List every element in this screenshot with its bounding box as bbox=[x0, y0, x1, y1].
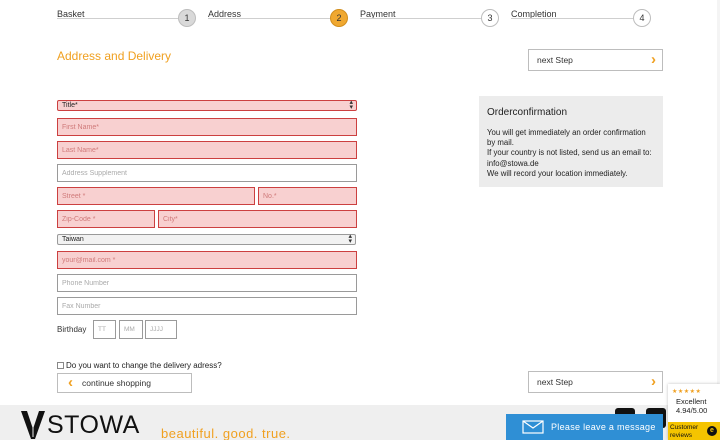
next-step-button-top[interactable]: next Step › bbox=[528, 49, 663, 71]
address-supplement-field[interactable] bbox=[57, 164, 357, 182]
checkout-steps: Basket 1 Address 2 Payment 3 Completion … bbox=[0, 0, 720, 30]
chevron-right-icon: › bbox=[651, 51, 656, 68]
house-number-field[interactable] bbox=[258, 187, 357, 205]
birthday-day-field[interactable] bbox=[93, 320, 116, 339]
step-line bbox=[57, 18, 179, 19]
continue-shopping-label: continue shopping bbox=[82, 378, 152, 388]
step-basket[interactable]: Basket 1 bbox=[57, 0, 197, 30]
step-completion: Completion 4 bbox=[511, 0, 656, 30]
rating-score: 4.94/5.00 bbox=[676, 406, 708, 415]
step-number: 1 bbox=[178, 9, 196, 27]
select-arrows-icon: ▴ ▾ bbox=[349, 99, 353, 111]
chevron-left-icon: ‹ bbox=[68, 374, 73, 391]
leave-message-label: Please leave a message bbox=[551, 422, 656, 432]
delivery-change-checkbox[interactable] bbox=[57, 362, 64, 370]
delivery-change-label: Do you want to change the delivery adres… bbox=[66, 361, 222, 370]
fax-field[interactable] bbox=[57, 297, 357, 315]
rating-stars-icon: ★★★★★ bbox=[672, 389, 702, 395]
step-number: 4 bbox=[633, 9, 651, 27]
order-confirmation-box: Orderconfirmation You will get immediate… bbox=[479, 96, 663, 187]
phone-field[interactable] bbox=[57, 274, 357, 292]
city-field[interactable] bbox=[158, 210, 357, 228]
next-step-button-bottom[interactable]: next Step › bbox=[528, 371, 663, 393]
trusted-badge-icon: e bbox=[707, 426, 717, 436]
last-name-field[interactable] bbox=[57, 141, 357, 159]
brand-name: STOWA bbox=[47, 411, 140, 439]
leave-message-widget[interactable]: Please leave a message bbox=[506, 414, 663, 440]
delivery-change-row[interactable]: Do you want to change the delivery adres… bbox=[57, 361, 222, 370]
chevron-right-icon: › bbox=[651, 373, 656, 390]
next-step-label: next Step bbox=[537, 55, 573, 65]
select-arrows-icon: ▴ ▾ bbox=[348, 233, 352, 245]
birthday-label: Birthday bbox=[57, 325, 87, 334]
country-select[interactable]: Taiwan ▴ ▾ bbox=[57, 233, 356, 245]
step-address: Address 2 bbox=[208, 0, 348, 30]
email-field[interactable] bbox=[57, 251, 357, 269]
step-number: 3 bbox=[481, 9, 499, 27]
envelope-icon bbox=[522, 420, 544, 434]
order-confirmation-line: If your country is not listed, send us a… bbox=[487, 148, 652, 158]
next-step-label: next Step bbox=[537, 377, 573, 387]
step-line bbox=[511, 18, 634, 19]
brand-tagline: beautiful. good. true. bbox=[161, 426, 291, 440]
title-select[interactable]: Title* ▴ ▾ bbox=[57, 99, 357, 111]
birthday-year-field[interactable] bbox=[145, 320, 177, 339]
birthday-month-field[interactable] bbox=[119, 320, 143, 339]
step-line bbox=[360, 18, 482, 19]
reviews-bar: Customer reviews e bbox=[668, 422, 720, 440]
order-confirmation-email: info@stowa.de bbox=[487, 158, 539, 168]
step-line bbox=[208, 18, 330, 19]
country-select-value: Taiwan bbox=[62, 236, 84, 243]
order-confirmation-line: We will record your location immediately… bbox=[487, 168, 628, 178]
continue-shopping-button[interactable]: ‹ continue shopping bbox=[57, 373, 192, 393]
order-confirmation-title: Orderconfirmation bbox=[487, 107, 568, 118]
rating-label: Excellent bbox=[676, 397, 707, 406]
street-field[interactable] bbox=[57, 187, 255, 205]
step-payment: Payment 3 bbox=[360, 0, 500, 30]
step-number: 2 bbox=[330, 9, 348, 27]
page-title: Address and Delivery bbox=[57, 49, 172, 63]
first-name-field[interactable] bbox=[57, 118, 357, 136]
zip-code-field[interactable] bbox=[57, 210, 155, 228]
customer-reviews-widget[interactable]: ★★★★★ Excellent 4.94/5.00 Customer revie… bbox=[668, 384, 720, 440]
title-select-value: Title* bbox=[62, 102, 78, 109]
order-confirmation-line: You will get immediately an order confir… bbox=[487, 128, 646, 148]
